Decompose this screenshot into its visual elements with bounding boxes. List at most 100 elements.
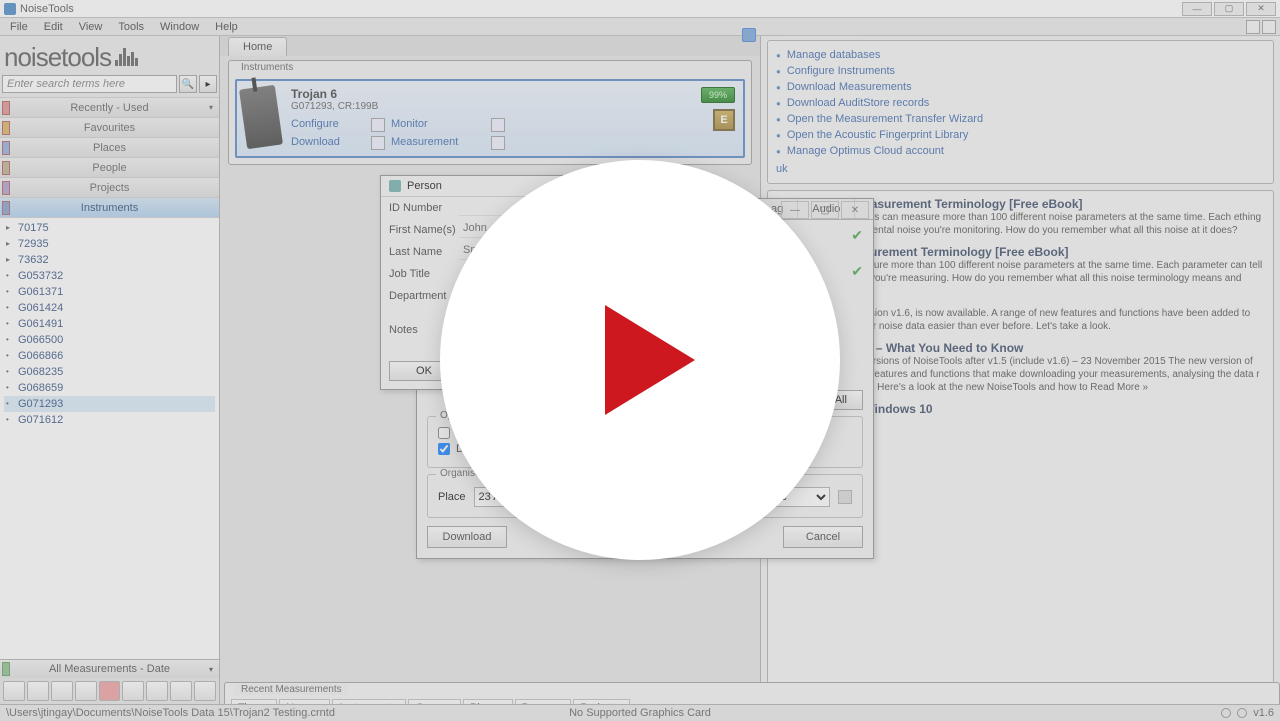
instrument-tree[interactable]: 70175 72935 73632 G053732 G061371 G06142… xyxy=(0,218,219,659)
task-manage-databases[interactable]: Manage databases xyxy=(776,47,1265,63)
tree-item[interactable]: G061371 xyxy=(4,284,215,300)
label-job: Job Title xyxy=(389,268,459,280)
nav-projects[interactable]: Projects xyxy=(0,178,219,198)
home-icon[interactable] xyxy=(99,681,121,701)
class-badge: E xyxy=(713,109,735,131)
tab-home[interactable]: Home xyxy=(228,37,287,56)
monitor-icon[interactable] xyxy=(491,118,505,132)
menu-file[interactable]: File xyxy=(2,19,36,35)
tree-item-selected[interactable]: G071293 xyxy=(4,396,215,412)
download-link[interactable]: Download xyxy=(291,136,371,150)
instrument-serial: G071293, CR:199B xyxy=(291,101,737,112)
menu-view[interactable]: View xyxy=(71,19,111,35)
tree-item[interactable]: G068659 xyxy=(4,380,215,396)
dialog-maximize-button[interactable]: ▢ xyxy=(811,201,839,219)
place-icon xyxy=(2,141,10,155)
panel-title: Instruments xyxy=(235,62,299,73)
task-configure-instruments[interactable]: Configure Instruments xyxy=(776,63,1265,79)
dialog-close-button[interactable]: ✕ xyxy=(841,201,869,219)
place-label: Place xyxy=(438,491,466,503)
measurement-icon[interactable] xyxy=(491,136,505,150)
menu-help[interactable]: Help xyxy=(207,19,246,35)
tree-item[interactable]: G061491 xyxy=(4,316,215,332)
instrument-icon xyxy=(2,201,10,215)
configure-icon[interactable] xyxy=(371,118,385,132)
instruments-panel: Instruments Trojan 6 G071293, CR:199B Co… xyxy=(228,60,752,165)
task-fingerprint-library[interactable]: Open the Acoustic Fingerprint Library xyxy=(776,127,1265,143)
logo-bars-icon xyxy=(115,46,138,66)
status-indicator-icon xyxy=(1237,708,1247,718)
device-icon xyxy=(239,85,283,149)
task-transfer-wizard[interactable]: Open the Measurement Transfer Wizard xyxy=(776,111,1265,127)
all-measurements[interactable]: All Measurements - Date▾ xyxy=(0,660,219,678)
instrument-card[interactable]: Trojan 6 G071293, CR:199B Configure Moni… xyxy=(235,79,745,158)
tool-icon[interactable] xyxy=(27,681,49,701)
tool-icon[interactable] xyxy=(194,681,216,701)
download-button[interactable]: Download xyxy=(427,526,507,548)
menu-tools[interactable]: Tools xyxy=(110,19,152,35)
tool-icon[interactable] xyxy=(51,681,73,701)
menu-edit[interactable]: Edit xyxy=(36,19,71,35)
panel-popup-icon[interactable] xyxy=(742,28,756,42)
layout-icon-1[interactable] xyxy=(1246,20,1260,34)
task-download-auditstore[interactable]: Download AuditStore records xyxy=(776,95,1265,111)
logo-text: noisetools xyxy=(4,42,111,73)
minimize-button[interactable]: — xyxy=(1182,2,1212,16)
tree-item[interactable]: G068235 xyxy=(4,364,215,380)
battery-badge: 99% xyxy=(701,87,735,103)
tree-item[interactable]: G066500 xyxy=(4,332,215,348)
logo: noisetools xyxy=(0,36,219,75)
tree-item[interactable]: G066866 xyxy=(4,348,215,364)
nav-recently-used[interactable]: Recently - Used▾ xyxy=(0,98,219,118)
menubar: File Edit View Tools Window Help xyxy=(0,18,1280,36)
sidebar-toolbar xyxy=(0,678,219,704)
tree-item[interactable]: 70175 xyxy=(4,220,215,236)
tree-item[interactable]: G061424 xyxy=(4,300,215,316)
configure-link[interactable]: Configure xyxy=(291,118,371,132)
maximize-button[interactable]: ▢ xyxy=(1214,2,1244,16)
tree-item[interactable]: 72935 xyxy=(4,236,215,252)
instrument-name: Trojan 6 xyxy=(291,87,737,101)
tool-icon[interactable] xyxy=(170,681,192,701)
tool-icon[interactable] xyxy=(146,681,168,701)
task-optimus-cloud[interactable]: Manage Optimus Cloud account xyxy=(776,143,1265,159)
close-button[interactable]: ✕ xyxy=(1246,2,1276,16)
label-first: First Name(s) xyxy=(389,224,459,236)
nav-places[interactable]: Places xyxy=(0,138,219,158)
nav-favourites[interactable]: Favourites xyxy=(0,118,219,138)
pin-icon xyxy=(2,101,10,115)
tree-item[interactable]: 73632 xyxy=(4,252,215,268)
cancel-button[interactable]: Cancel xyxy=(783,526,863,548)
label-last: Last Name xyxy=(389,246,459,258)
people-icon xyxy=(2,161,10,175)
tool-icon[interactable] xyxy=(3,681,25,701)
download-icon[interactable] xyxy=(371,136,385,150)
titlebar: NoiseTools — ▢ ✕ xyxy=(0,0,1280,18)
nav-people[interactable]: People xyxy=(0,158,219,178)
window-title: NoiseTools xyxy=(20,3,1182,15)
sidebar: noisetools 🔍 ▸ Recently - Used▾ Favourit… xyxy=(0,36,220,704)
search-input[interactable] xyxy=(2,75,177,93)
menu-window[interactable]: Window xyxy=(152,19,207,35)
version-label: v1.6 xyxy=(1253,707,1274,719)
panel-title: Common Tasks xyxy=(782,36,863,38)
task-url[interactable]: uk xyxy=(776,163,1265,175)
play-button-overlay[interactable] xyxy=(440,160,840,560)
search-button[interactable]: 🔍 xyxy=(179,75,197,93)
search-go-button[interactable]: ▸ xyxy=(199,75,217,93)
category-icon[interactable] xyxy=(838,490,852,504)
dialog-minimize-button[interactable]: — xyxy=(781,201,809,219)
layout-icon-2[interactable] xyxy=(1262,20,1276,34)
nav-instruments[interactable]: Instruments xyxy=(0,198,219,218)
tree-item[interactable]: G071612 xyxy=(4,412,215,428)
tool-icon[interactable] xyxy=(122,681,144,701)
star-icon xyxy=(2,121,10,135)
tree-item[interactable]: G053732 xyxy=(4,268,215,284)
person-icon xyxy=(389,180,401,192)
measurement-link[interactable]: Measurement xyxy=(391,136,491,150)
statusbar: \Users\jtingay\Documents\NoiseTools Data… xyxy=(0,704,1280,720)
task-download-measurements[interactable]: Download Measurements xyxy=(776,79,1265,95)
status-message: No Supported Graphics Card xyxy=(569,707,711,719)
tool-icon[interactable] xyxy=(75,681,97,701)
monitor-link[interactable]: Monitor xyxy=(391,118,491,132)
